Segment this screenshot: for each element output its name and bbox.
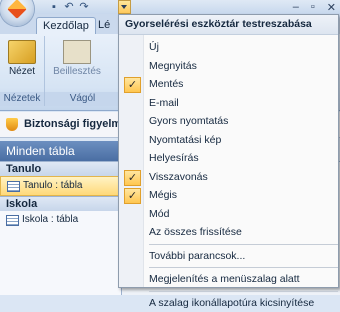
save-icon[interactable]: ▪ [48,1,60,13]
office-logo-icon [7,0,27,19]
menu-item-label: Mentés [149,78,183,90]
title-bar: ▪ ↶ ↷ – ▫ ✕ [0,0,340,14]
tab-home[interactable]: Kezdőlap [36,17,96,35]
maximize-icon[interactable]: ▫ [311,1,315,13]
menu-item-label: Nyomtatási kép [149,134,221,146]
menu-item[interactable]: ✓ Visszavonás [119,168,338,187]
view-button[interactable]: Nézet [2,38,42,88]
group-views: Nézet Nézetek [0,36,45,106]
table-icon [7,181,20,192]
nav-group-tanulo[interactable]: Tanulo [0,161,121,176]
menu-item-label: Mód [149,208,169,220]
navigation-pane: Minden tábla Tanulo Tanulo : tábla Iskol… [0,141,122,295]
group-views-title: Nézetek [0,92,44,106]
minimize-icon[interactable]: – [293,1,299,13]
menu-item[interactable]: ✓ Mentés [119,75,338,94]
window-controls: – ▫ ✕ [293,0,336,14]
nav-group-iskola[interactable]: Iskola [0,196,121,211]
paste-button[interactable]: Beillesztés [49,38,105,88]
customize-qat-menu: Gyorselérési eszköztár testreszabása Új M… [118,14,339,288]
checkmark-icon: ✓ [124,77,141,93]
menu-item[interactable]: Helyesírás [119,149,338,168]
menu-separator [149,291,338,292]
nav-item-label: Tanulo : tábla [23,180,83,191]
menu-item-minimize-ribbon[interactable]: A szalag ikonállapotúra kicsinyítése [119,294,338,312]
menu-item-more-commands[interactable]: További parancsok... [119,247,338,266]
nav-item-label: Iskola : tábla [22,214,78,225]
menu-item[interactable]: Megnyitás [119,57,338,76]
undo-icon[interactable]: ↶ [63,1,75,13]
menu-item-label: Az összes frissítése [149,226,242,238]
checkmark-icon: ✓ [124,170,141,186]
menu-item-label: Megnyitás [149,60,197,72]
shield-icon [6,118,18,131]
view-icon [8,40,36,64]
menu-item[interactable]: Nyomtatási kép [119,131,338,150]
customize-qat-dropdown[interactable] [118,0,131,14]
menu-item-label: Visszavonás [149,171,208,183]
menu-item-label: Mégis [149,189,177,201]
redo-icon[interactable]: ↷ [78,1,90,13]
menu-item[interactable]: E-mail [119,94,338,113]
menu-item[interactable]: Az összes frissítése [119,223,338,242]
menu-separator [149,267,338,268]
table-icon [6,215,19,226]
menu-items: Új Megnyitás ✓ Mentés E-mail Gyors nyomtatás N… [119,38,338,242]
menu-item[interactable]: Új [119,38,338,57]
menu-item-label: Helyesírás [149,152,199,164]
group-clipboard: Beillesztés Vágól [45,36,121,106]
menu-item-label: Új [149,41,159,53]
chevron-down-icon [121,5,127,9]
view-button-label: Nézet [9,66,35,77]
nav-item-iskola-table[interactable]: Iskola : tábla [0,211,121,229]
menu-item[interactable]: Mód [119,205,338,224]
checkmark-icon: ✓ [124,188,141,204]
group-clipboard-title: Vágól [45,92,120,106]
quick-access-toolbar: ▪ ↶ ↷ [40,0,90,14]
menu-item-show-below-ribbon[interactable]: Megjelenítés a menüszalag alatt [119,270,338,289]
menu-item-label: E-mail [149,97,179,109]
paste-icon [63,40,91,64]
menu-item[interactable]: ✓ Mégis [119,186,338,205]
tab-create[interactable]: Lé [92,17,116,34]
paste-button-label: Beillesztés [53,66,101,77]
menu-item[interactable]: Gyors nyomtatás [119,112,338,131]
menu-separator [149,244,338,245]
nav-item-tanulo-table[interactable]: Tanulo : tábla [0,176,121,196]
menu-title: Gyorselérési eszköztár testreszabása [119,15,338,35]
menu-item-label: Gyors nyomtatás [149,115,228,127]
nav-pane-title[interactable]: Minden tábla [0,141,121,161]
close-icon[interactable]: ✕ [327,1,336,14]
